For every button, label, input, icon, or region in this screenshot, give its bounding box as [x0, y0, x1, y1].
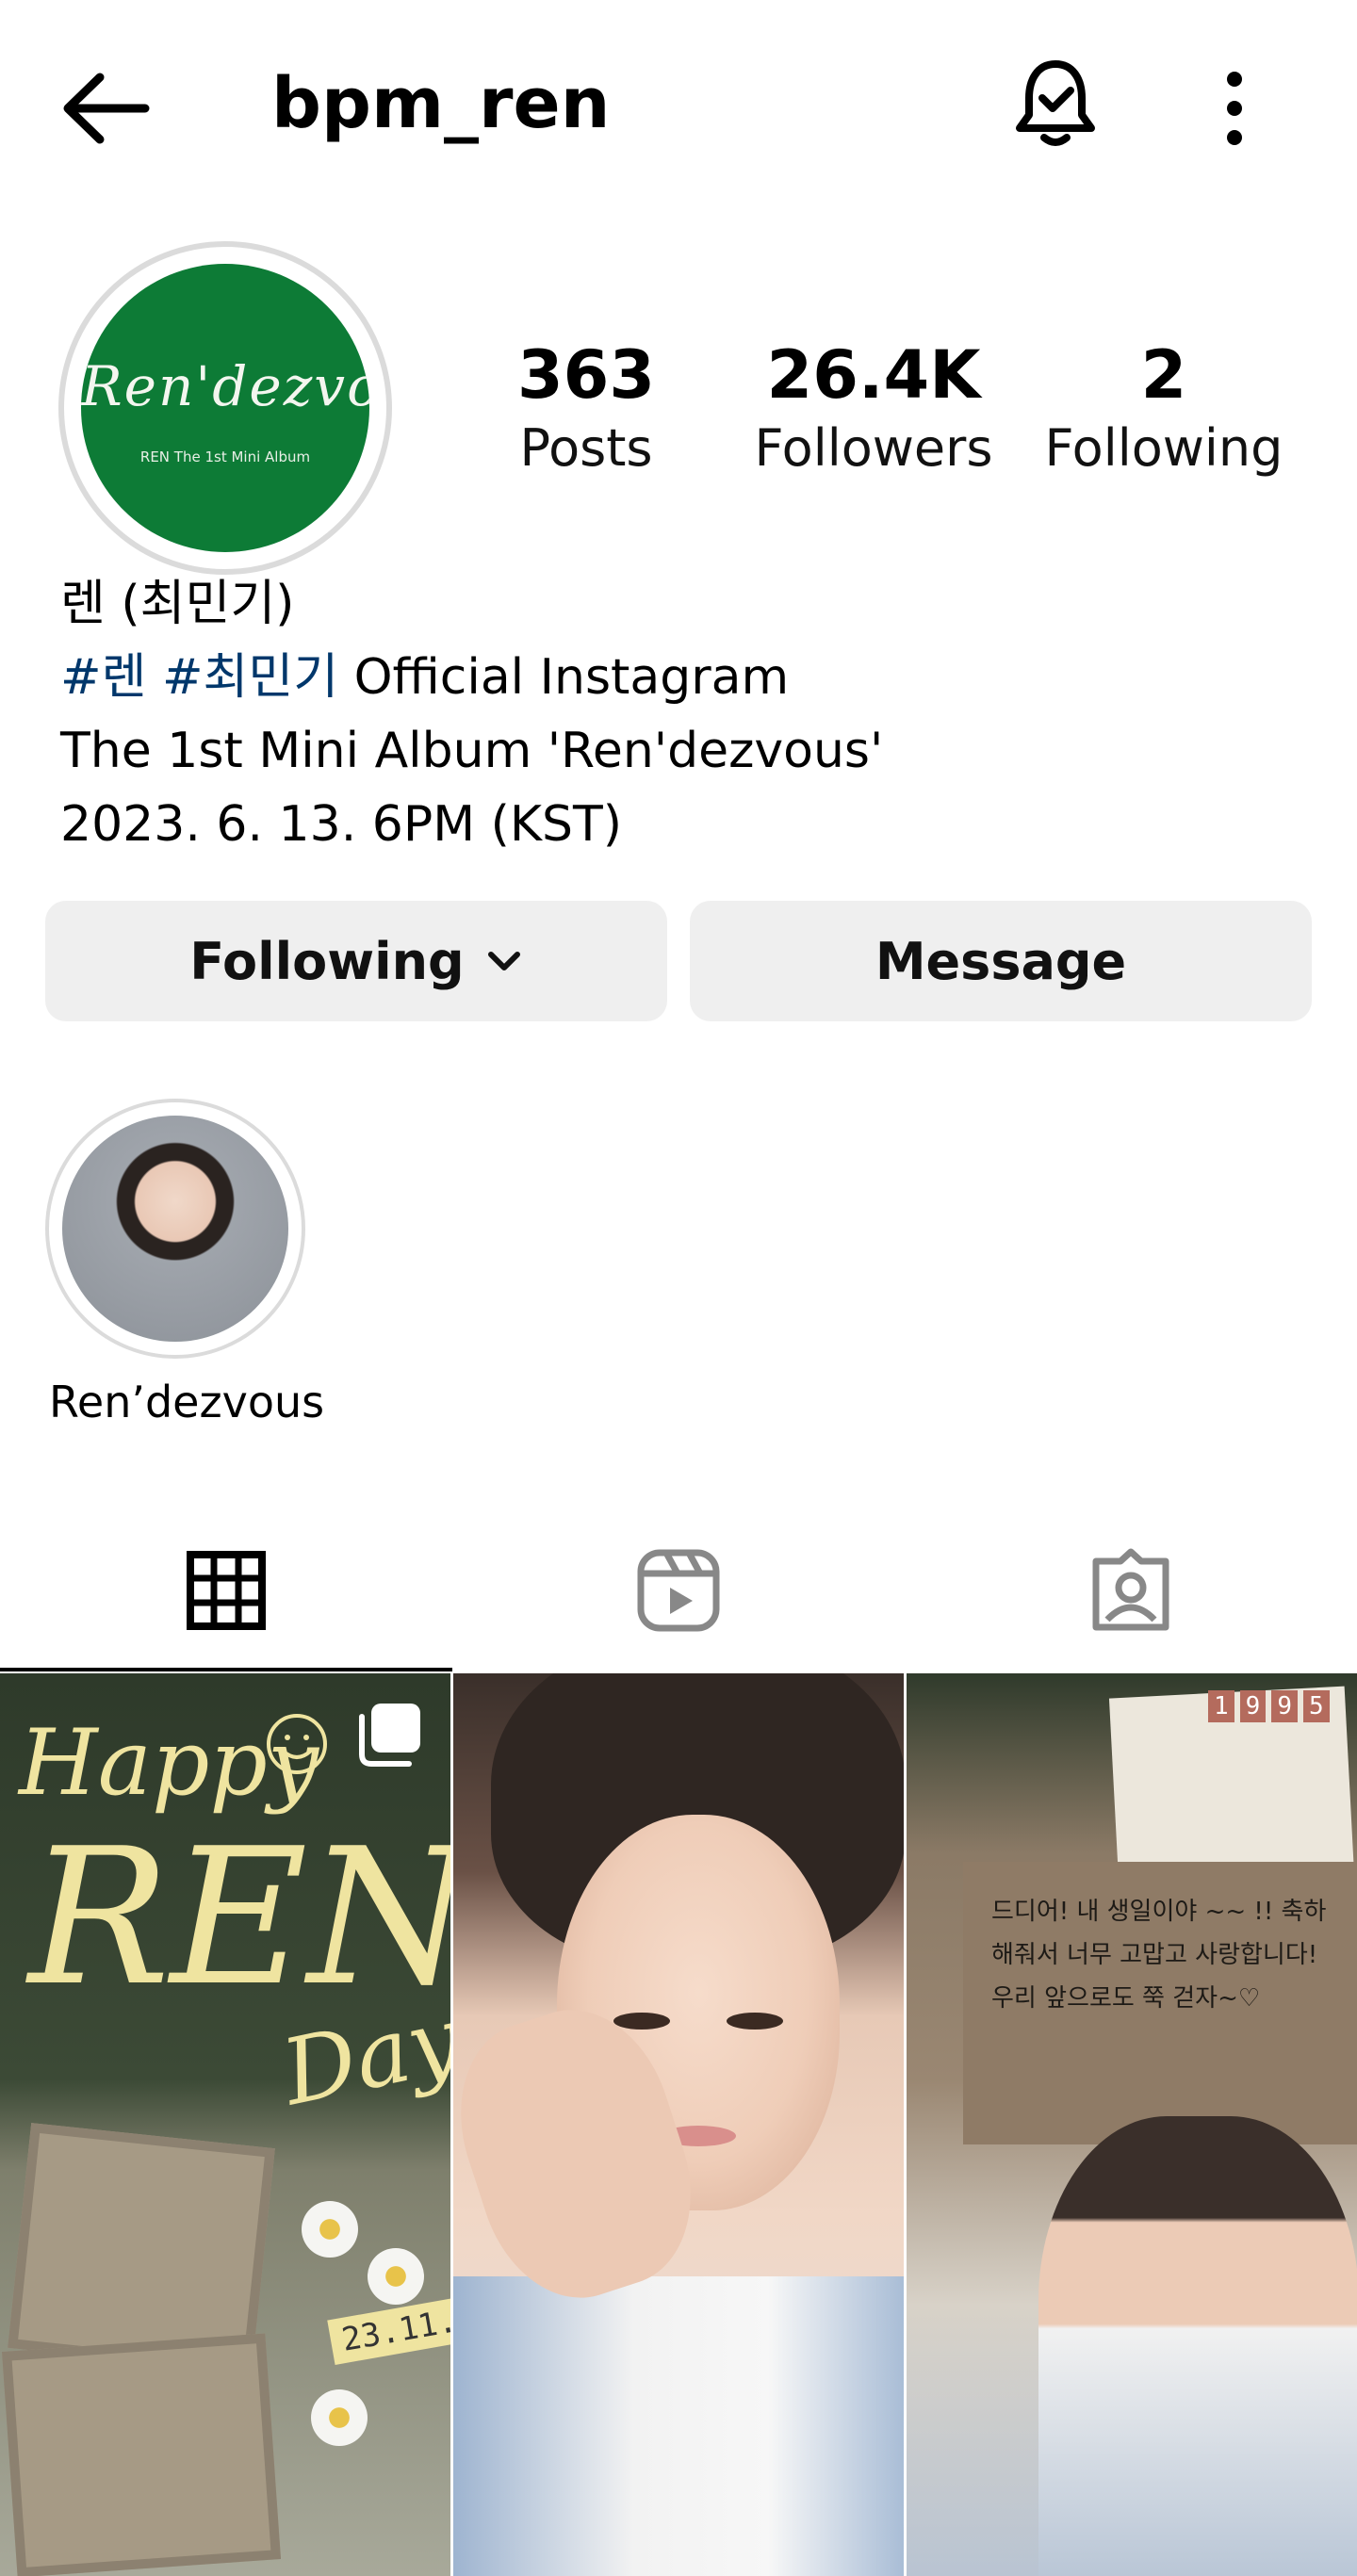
grid-icon: [187, 1551, 266, 1630]
following-label: Following: [1044, 418, 1283, 478]
followers-label: Followers: [754, 418, 993, 478]
arrow-left-icon[interactable]: [58, 66, 153, 151]
bell-check-icon[interactable]: [1008, 57, 1103, 151]
year-digit: 5: [1302, 1690, 1330, 1722]
message-button-label: Message: [875, 931, 1127, 991]
polaroid-photo-2: [1, 2333, 282, 2576]
profile-username: bpm_ren: [271, 63, 611, 144]
reels-icon: [637, 1549, 720, 1632]
posts-label: Posts: [519, 418, 653, 478]
following-button[interactable]: Following: [45, 901, 667, 1021]
stat-posts[interactable]: 363 Posts: [492, 334, 680, 481]
handwritten-note: 드디어! 내 생일이야 ~~ !! 축하해줘서 너무 고맙고 사랑합니다! 우리…: [991, 1898, 1327, 2013]
tab-posts-grid[interactable]: [0, 1508, 452, 1673]
following-count: 2: [1140, 336, 1187, 414]
carousel-icon: [359, 1704, 420, 1767]
bio-line-2: The 1st Mini Album 'Ren'dezvous': [60, 723, 884, 779]
flower-decoration: [302, 2201, 358, 2258]
year-tags: 1 9 9 5: [1208, 1690, 1330, 1722]
tagged-icon: [1092, 1548, 1169, 1631]
tab-tagged[interactable]: [905, 1508, 1357, 1673]
post-thumbnail-1[interactable]: Happy REN Day 23.11.03: [0, 1673, 450, 2576]
profile-display-name: 렌 (최민기): [60, 576, 295, 632]
bio-line-1-text: Official Instagram: [338, 649, 790, 706]
message-button[interactable]: Message: [690, 901, 1312, 1021]
posts-count: 363: [516, 336, 656, 414]
highlight-ring: [45, 1099, 305, 1359]
profile-avatar[interactable]: Ren'dezvous REN The 1st Mini Album: [58, 241, 392, 575]
profile-bio: 렌 (최민기) #렌 #최민기 Official Instagram The 1…: [60, 567, 1285, 861]
followers-count: 26.4K: [766, 336, 981, 414]
post-thumbnail-2[interactable]: [453, 1673, 904, 2576]
post-ren-text: REN: [28, 1808, 450, 2028]
stat-followers[interactable]: 26.4K Followers: [746, 334, 1001, 481]
active-tab-indicator: [0, 1668, 452, 1671]
year-digit: 9: [1239, 1690, 1267, 1722]
flower-decoration: [311, 2389, 368, 2446]
chevron-down-icon: [487, 952, 520, 970]
avatar-logo-subtitle: REN The 1st Mini Album: [139, 448, 311, 465]
bio-line-1: #렌 #최민기 Official Instagram: [60, 641, 1285, 714]
hashtag-choiminki[interactable]: #최민기: [162, 649, 338, 706]
profile-tabs: [0, 1508, 1357, 1673]
smiley-icon: [267, 1714, 327, 1774]
waving-person-photo: [1038, 2116, 1357, 2576]
portrait-eye: [727, 2013, 783, 2030]
highlight-cover-image: [62, 1116, 288, 1342]
post-thumbnail-3[interactable]: 1 9 9 5 드디어! 내 생일이야 ~~ !! 축하해줘서 너무 고맙고 사…: [907, 1673, 1357, 2576]
year-digit: 9: [1271, 1690, 1298, 1722]
portrait-eye: [613, 2013, 670, 2030]
flower-decoration: [368, 2248, 424, 2305]
posts-grid: Happy REN Day 23.11.03 1 9 9 5 드디어! 내 생일…: [0, 1673, 1357, 2576]
hashtag-ren[interactable]: #렌: [60, 649, 146, 706]
avatar-image: Ren'dezvous REN The 1st Mini Album: [81, 264, 369, 552]
highlight-label: Ren’dezvous: [49, 1377, 325, 1427]
portrait-shirt: [453, 2276, 904, 2576]
story-highlight[interactable]: Ren’dezvous: [45, 1099, 324, 1427]
avatar-logo-title: Ren'dezvous: [81, 354, 369, 418]
more-vertical-icon[interactable]: [1197, 66, 1272, 151]
stat-following[interactable]: 2 Following: [1037, 334, 1291, 481]
year-digit: 1: [1208, 1690, 1234, 1722]
following-button-label: Following: [189, 931, 465, 991]
top-bar: bpm_ren: [0, 0, 1357, 207]
bio-line-3: 2023. 6. 13. 6PM (KST): [60, 796, 623, 853]
tab-reels[interactable]: [452, 1508, 905, 1673]
